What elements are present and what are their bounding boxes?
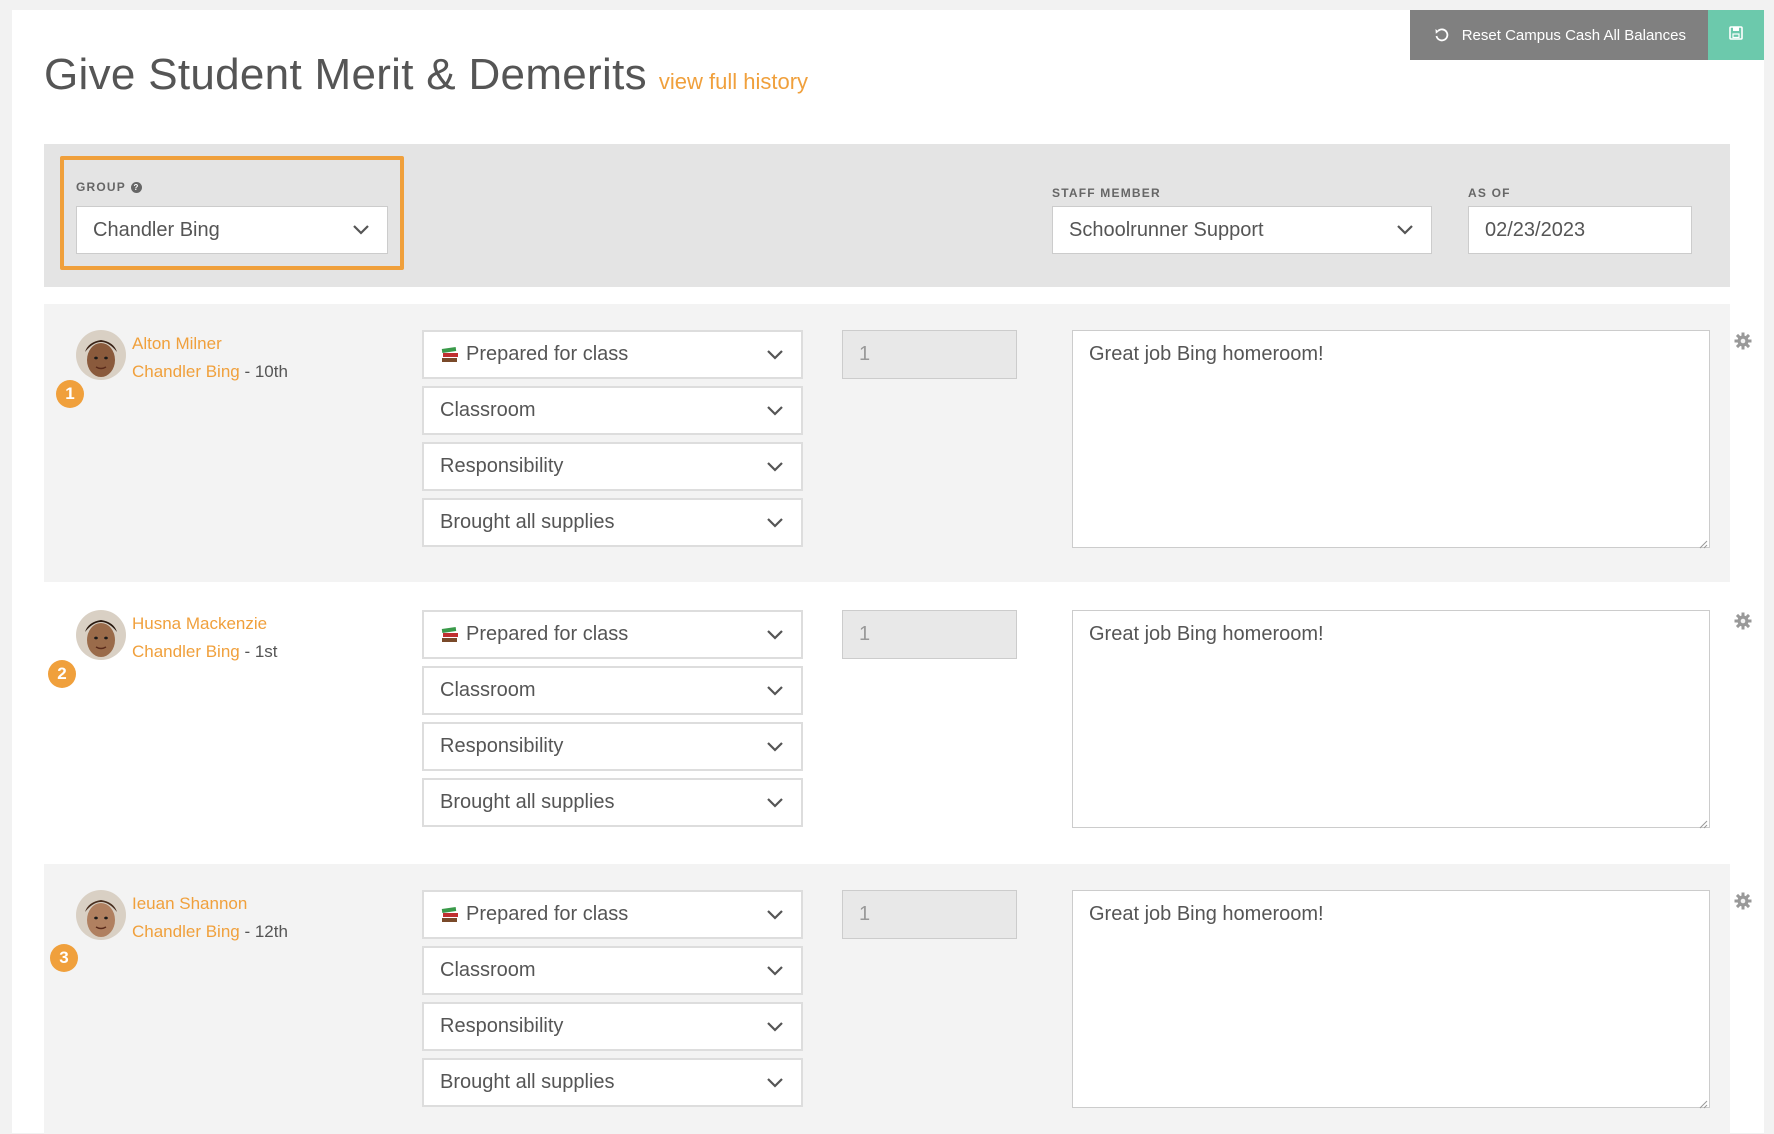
books-icon <box>440 906 460 924</box>
group-filter-highlight: GROUP ? Chandler Bing <box>60 156 404 270</box>
chevron-down-icon <box>765 517 785 529</box>
comment-textarea[interactable]: Great job Bing homeroom! <box>1072 330 1710 548</box>
chevron-down-icon <box>351 224 371 236</box>
gear-icon[interactable] <box>1734 892 1752 910</box>
gear-icon[interactable] <box>1734 612 1752 630</box>
reset-campus-cash-button[interactable]: Reset Campus Cash All Balances <box>1409 10 1708 60</box>
student-avatar <box>76 890 126 940</box>
undo-icon <box>1434 27 1450 43</box>
behavior-behavior-select[interactable]: Prepared for class <box>422 890 803 939</box>
chevron-down-icon <box>1395 224 1415 236</box>
behavior-subcategory-select[interactable]: Responsibility <box>422 1002 803 1051</box>
behavior-behavior-select[interactable]: Prepared for class <box>422 330 803 379</box>
staff-member-label: STAFF MEMBER <box>1052 186 1161 200</box>
chevron-down-icon <box>765 965 785 977</box>
page-title: Give Student Merit & Demerits <box>44 50 647 99</box>
student-row: 1 Alton Milner Chandler Bing - 10th Prepare… <box>44 304 1752 582</box>
student-name-link[interactable]: Alton Milner <box>132 334 222 354</box>
student-group-line: Chandler Bing - 10th <box>132 362 288 382</box>
chevron-down-icon <box>765 909 785 921</box>
behavior-subcategory-select[interactable]: Responsibility <box>422 722 803 771</box>
student-number-badge: 2 <box>48 660 76 688</box>
main-panel: Reset Campus Cash All Balances Give Stud… <box>12 10 1764 1134</box>
student-group-link[interactable]: Chandler Bing <box>132 922 240 941</box>
behavior-category-select[interactable]: Classroom <box>422 666 803 715</box>
student-grade: - 1st <box>239 642 278 661</box>
student-group-link[interactable]: Chandler Bing <box>132 642 240 661</box>
save-icon <box>1728 25 1744 46</box>
group-label: GROUP ? <box>76 180 143 194</box>
help-icon[interactable]: ? <box>131 181 143 193</box>
as-of-label: AS OF <box>1468 186 1511 200</box>
student-row: 3 Ieuan Shannon Chandler Bing - 12th Prepar… <box>44 864 1752 1134</box>
comment-textarea[interactable]: Great job Bing homeroom! <box>1072 890 1710 1108</box>
staff-member-select[interactable]: Schoolrunner Support <box>1052 206 1432 254</box>
student-group-link[interactable]: Chandler Bing <box>132 362 240 381</box>
student-number-badge: 1 <box>56 380 84 408</box>
behavior-category-select[interactable]: Classroom <box>422 946 803 995</box>
student-grade: - 12th <box>239 922 288 941</box>
behavior-behavior-select[interactable]: Prepared for class <box>422 610 803 659</box>
student-avatar <box>76 330 126 380</box>
behavior-detail-select[interactable]: Brought all supplies <box>422 498 803 547</box>
group-select[interactable]: Chandler Bing <box>76 206 388 254</box>
student-number-badge: 3 <box>50 944 78 972</box>
chevron-down-icon <box>765 461 785 473</box>
comment-textarea[interactable]: Great job Bing homeroom! <box>1072 610 1710 828</box>
reset-button-label: Reset Campus Cash All Balances <box>1461 26 1686 44</box>
points-input[interactable] <box>842 610 1017 659</box>
points-input[interactable] <box>842 890 1017 939</box>
behavior-category-select[interactable]: Classroom <box>422 386 803 435</box>
books-icon <box>440 626 460 644</box>
title-row: Give Student Merit & Demerits view full … <box>44 50 808 100</box>
resize-grip-icon[interactable] <box>1698 816 1708 829</box>
student-grade: - 10th <box>239 362 288 381</box>
student-name-link[interactable]: Ieuan Shannon <box>132 894 247 914</box>
top-actions: Reset Campus Cash All Balances <box>1409 10 1764 60</box>
behavior-subcategory-select[interactable]: Responsibility <box>422 442 803 491</box>
chevron-down-icon <box>765 349 785 361</box>
filter-bar: GROUP ? Chandler Bing STAFF MEMBER Schoo… <box>44 144 1730 287</box>
chevron-down-icon <box>765 1021 785 1033</box>
points-input[interactable] <box>842 330 1017 379</box>
student-name-link[interactable]: Husna Mackenzie <box>132 614 267 634</box>
view-history-link[interactable]: view full history <box>659 69 808 95</box>
gear-icon[interactable] <box>1734 332 1752 350</box>
chevron-down-icon <box>765 405 785 417</box>
chevron-down-icon <box>765 741 785 753</box>
student-group-line: Chandler Bing - 12th <box>132 922 288 942</box>
student-row: 2 Husna Mackenzie Chandler Bing - 1st Prepa… <box>44 584 1752 864</box>
chevron-down-icon <box>765 629 785 641</box>
student-group-line: Chandler Bing - 1st <box>132 642 278 662</box>
behavior-detail-select[interactable]: Brought all supplies <box>422 778 803 827</box>
books-icon <box>440 346 460 364</box>
as-of-date-input[interactable] <box>1468 206 1692 254</box>
chevron-down-icon <box>765 685 785 697</box>
chevron-down-icon <box>765 1077 785 1089</box>
behavior-detail-select[interactable]: Brought all supplies <box>422 1058 803 1107</box>
student-avatar <box>76 610 126 660</box>
resize-grip-icon[interactable] <box>1698 536 1708 549</box>
chevron-down-icon <box>765 797 785 809</box>
resize-grip-icon[interactable] <box>1698 1096 1708 1109</box>
save-button[interactable] <box>1708 10 1764 60</box>
